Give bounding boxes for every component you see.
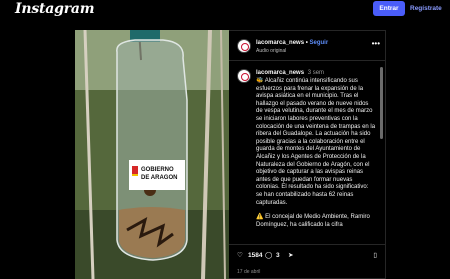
caption-paragraph: ⚠️ El concejal de Medio Ambiente, Ramiro… — [256, 214, 370, 228]
label-line1: GOBIERNO — [141, 167, 174, 173]
caption-username[interactable]: lacomarca_news — [256, 70, 304, 76]
author-avatar[interactable] — [237, 39, 251, 53]
caption-scrollbar[interactable] — [380, 67, 383, 139]
caption-text: 🐝 Alcañiz continúa intensificando sus es… — [256, 78, 376, 236]
instagram-logo[interactable]: Instagram — [15, 1, 95, 17]
caption-avatar[interactable] — [237, 69, 251, 83]
comment-icon[interactable]: ◯ — [265, 251, 272, 259]
login-button[interactable]: Entrar — [373, 1, 405, 16]
post-sidebar: lacomarca_news • Seguir Audio original •… — [229, 30, 386, 279]
separator-dot: • — [305, 40, 308, 46]
comments-count[interactable]: 3 — [276, 252, 280, 259]
share-icon[interactable]: ➤ — [288, 251, 293, 259]
caption-age: 3 sem — [307, 70, 325, 76]
signup-link[interactable]: Regístrate — [410, 1, 442, 16]
audio-label[interactable]: Audio original — [256, 48, 286, 54]
post-header: lacomarca_news • Seguir Audio original •… — [229, 31, 385, 61]
trap-bottle-image: GOBIERNO DE ARAGON — [75, 30, 229, 279]
caption-header: lacomarca_news 3 sem — [256, 70, 324, 76]
heart-icon[interactable]: ♡ — [237, 251, 243, 259]
caption-area: lacomarca_news 3 sem 🐝 Alcañiz continúa … — [229, 62, 379, 244]
top-bar: Instagram Entrar Regístrate — [0, 0, 450, 20]
bookmark-icon[interactable]: ▯ — [373, 251, 377, 259]
caption-paragraph: 🐝 Alcañiz continúa intensificando sus es… — [256, 78, 376, 206]
author-line: lacomarca_news • Seguir — [256, 40, 328, 46]
label-line2: DE ARAGON — [141, 175, 177, 181]
post-date: 17 de abril — [237, 269, 261, 275]
post-media[interactable]: GOBIERNO DE ARAGON — [75, 30, 229, 279]
action-bar: ♡ 1584 ◯ 3 ➤ ▯ 17 de abril — [229, 244, 385, 279]
author-username[interactable]: lacomarca_news — [256, 40, 304, 46]
likes-count[interactable]: 1584 — [248, 252, 262, 259]
more-options-icon[interactable]: ••• — [372, 39, 380, 48]
follow-button[interactable]: Seguir — [309, 40, 328, 46]
